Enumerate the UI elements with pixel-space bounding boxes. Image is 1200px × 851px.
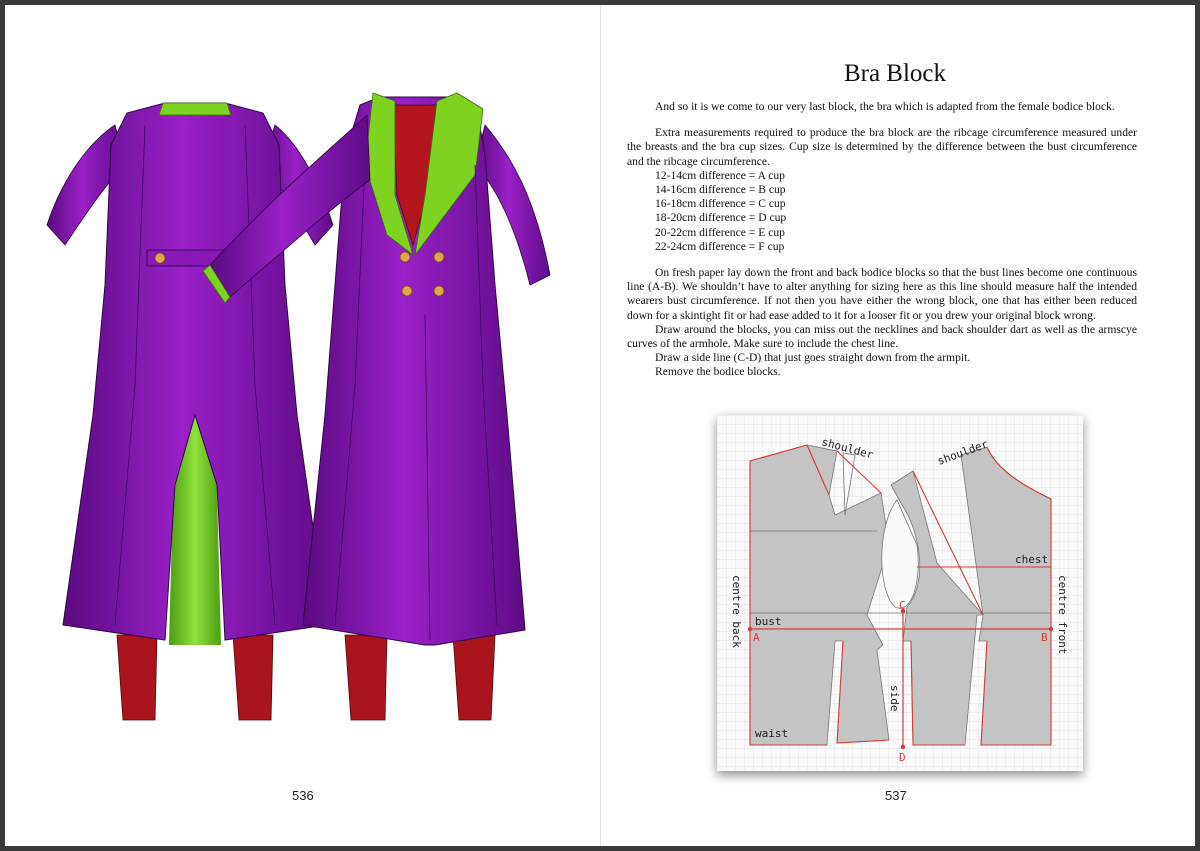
front-button-2 [433, 251, 445, 263]
step-2-paragraph: Draw around the blocks, you can miss out… [627, 322, 1137, 351]
page-gutter [600, 5, 601, 846]
label-chest: chest [1015, 553, 1048, 566]
back-left-leg [116, 634, 158, 721]
cup-size-item: 16-18cm difference = C cup [655, 197, 786, 211]
back-button-1 [154, 252, 166, 264]
intro-paragraph: And so it is we come to our very last bl… [655, 100, 1115, 113]
cup-size-item: 14-16cm difference = B cup [655, 183, 786, 197]
step-3-paragraph: Draw a side line (C-D) that just goes st… [655, 351, 971, 365]
left-page-number: 536 [292, 788, 314, 803]
label-bust: bust [755, 615, 782, 628]
book-spread: 536 Bra Block And so it is we come to ou… [5, 5, 1195, 846]
front-right-leg [452, 634, 496, 721]
front-button-3 [401, 285, 413, 297]
bra-block-diagram: shoulder shoulder chest bust centre back… [717, 415, 1083, 771]
front-button-4 [433, 285, 445, 297]
cup-size-item: 20-22cm difference = E cup [655, 225, 785, 239]
label-waist: waist [755, 727, 788, 740]
measurements-paragraph: Extra measurements required to produce t… [627, 126, 1137, 168]
point-a: A [753, 631, 760, 644]
coat-illustration [46, 92, 551, 721]
front-left-leg [344, 634, 388, 721]
point-c: C [899, 599, 906, 612]
point-b: B [1041, 631, 1048, 644]
cup-size-item: 12-14cm difference = A cup [655, 168, 785, 182]
back-right-leg [232, 634, 274, 721]
cup-size-item: 18-20cm difference = D cup [655, 211, 787, 225]
label-centre-back: centre back [730, 575, 743, 648]
step-1-paragraph: On fresh paper lay down the front and ba… [627, 266, 1137, 322]
point-d: D [899, 751, 906, 764]
front-button-1 [399, 251, 411, 263]
label-side: side [888, 685, 901, 712]
page-title: Bra Block [843, 60, 947, 87]
label-centre-front: centre front [1056, 575, 1069, 654]
body-text: And so it is we come to our very last bl… [627, 100, 1137, 380]
back-collar [158, 102, 232, 116]
right-page-number: 537 [885, 788, 907, 803]
step-4-paragraph: Remove the bodice blocks. [655, 365, 781, 379]
cup-size-item: 22-24cm difference = F cup [655, 239, 785, 253]
